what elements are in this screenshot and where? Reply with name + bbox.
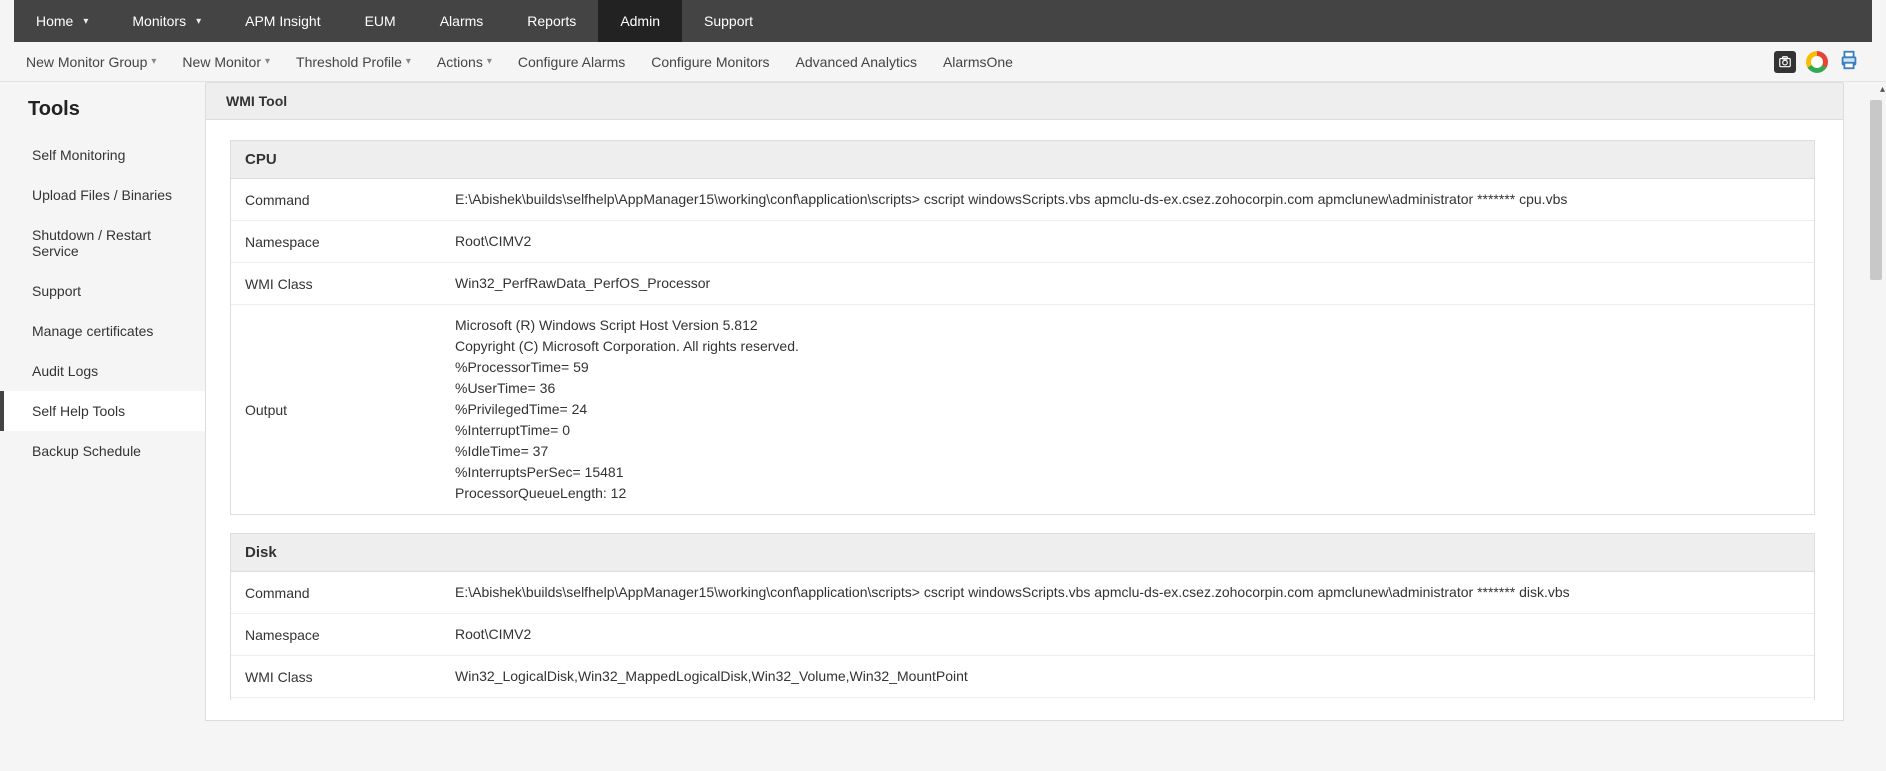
subnav-label: Advanced Analytics xyxy=(796,54,917,70)
row-value: E:\Abishek\builds\selfhelp\AppManager15\… xyxy=(441,572,1814,613)
nav-alarms[interactable]: Alarms xyxy=(418,0,506,42)
nav-reports[interactable]: Reports xyxy=(505,0,598,42)
section-disk: Disk Command E:\Abishek\builds\selfhelp\… xyxy=(230,533,1815,700)
chevron-down-icon: ▾ xyxy=(151,56,156,67)
row-command: Command E:\Abishek\builds\selfhelp\AppMa… xyxy=(231,572,1814,614)
row-output: Output Microsoft (R) Windows Script Host… xyxy=(231,698,1814,700)
nav-eum[interactable]: EUM xyxy=(343,0,418,42)
chevron-down-icon: ▾ xyxy=(83,16,88,27)
subnav-configure-monitors[interactable]: Configure Monitors xyxy=(651,54,769,70)
nav-apm-insight[interactable]: APM Insight xyxy=(223,0,342,42)
row-label: Command xyxy=(231,572,441,613)
nav-label: EUM xyxy=(365,13,396,29)
section-title: Disk xyxy=(231,534,1814,572)
chevron-down-icon: ▾ xyxy=(487,56,492,67)
chevron-down-icon: ▾ xyxy=(196,16,201,27)
scrollbar-thumb[interactable] xyxy=(1870,100,1882,280)
browser-icon[interactable] xyxy=(1806,51,1828,73)
inner-scroll[interactable]: CPU Command E:\Abishek\builds\selfhelp\A… xyxy=(230,140,1819,700)
row-label: Namespace xyxy=(231,614,441,655)
nav-admin[interactable]: Admin xyxy=(598,0,682,42)
sidebar-item-audit-logs[interactable]: Audit Logs xyxy=(0,351,205,391)
sidebar-item-label: Upload Files / Binaries xyxy=(32,187,172,203)
subnav-configure-alarms[interactable]: Configure Alarms xyxy=(518,54,625,70)
sub-nav: New Monitor Group ▾ New Monitor ▾ Thresh… xyxy=(0,42,1886,82)
subnav-label: Configure Monitors xyxy=(651,54,769,70)
nav-label: Home xyxy=(36,13,73,29)
chevron-down-icon: ▾ xyxy=(265,56,270,67)
subnav-new-monitor-group[interactable]: New Monitor Group ▾ xyxy=(26,54,156,70)
subnav-threshold-profile[interactable]: Threshold Profile ▾ xyxy=(296,54,411,70)
row-output: Output Microsoft (R) Windows Script Host… xyxy=(231,305,1814,514)
sidebar-item-label: Shutdown / Restart Service xyxy=(32,227,151,259)
sidebar-item-label: Self Help Tools xyxy=(32,403,125,419)
chevron-down-icon: ▾ xyxy=(406,56,411,67)
row-wmiclass: WMI Class Win32_LogicalDisk,Win32_Mapped… xyxy=(231,656,1814,698)
nav-support[interactable]: Support xyxy=(682,0,775,42)
row-value: Win32_PerfRawData_PerfOS_Processor xyxy=(441,263,1814,304)
subnav-new-monitor[interactable]: New Monitor ▾ xyxy=(182,54,270,70)
row-label: WMI Class xyxy=(231,656,441,697)
sidebar-item-label: Backup Schedule xyxy=(32,443,141,459)
nav-label: Reports xyxy=(527,13,576,29)
subnav-label: Configure Alarms xyxy=(518,54,625,70)
nav-label: Alarms xyxy=(440,13,484,29)
sidebar-item-label: Audit Logs xyxy=(32,363,98,379)
sidebar-item-self-monitoring[interactable]: Self Monitoring xyxy=(0,135,205,175)
nav-label: Support xyxy=(704,13,753,29)
row-label: Command xyxy=(231,179,441,220)
row-label: Namespace xyxy=(231,221,441,262)
row-value: E:\Abishek\builds\selfhelp\AppManager15\… xyxy=(441,179,1814,220)
nav-label: APM Insight xyxy=(245,13,320,29)
sidebar-item-shutdown-restart[interactable]: Shutdown / Restart Service xyxy=(0,215,205,271)
sidebar: Tools Self Monitoring Upload Files / Bin… xyxy=(0,82,205,471)
scroll-up-icon[interactable]: ▴ xyxy=(1880,84,1885,95)
subnav-alarmsone[interactable]: AlarmsOne xyxy=(943,54,1013,70)
sidebar-item-support[interactable]: Support xyxy=(0,271,205,311)
sidebar-item-label: Self Monitoring xyxy=(32,147,125,163)
sub-nav-left: New Monitor Group ▾ New Monitor ▾ Thresh… xyxy=(14,54,1013,70)
panel-title: WMI Tool xyxy=(205,82,1844,120)
row-label: WMI Class xyxy=(231,263,441,304)
sidebar-item-upload-files[interactable]: Upload Files / Binaries xyxy=(0,175,205,215)
row-namespace: Namespace Root\CIMV2 xyxy=(231,614,1814,656)
row-value: Microsoft (R) Windows Script Host Versio… xyxy=(441,698,1814,700)
nav-label: Admin xyxy=(620,13,660,29)
panel-body: CPU Command E:\Abishek\builds\selfhelp\A… xyxy=(205,120,1844,721)
subnav-label: AlarmsOne xyxy=(943,54,1013,70)
content: WMI Tool CPU Command E:\Abishek\builds\s… xyxy=(205,82,1858,721)
row-value: Win32_LogicalDisk,Win32_MappedLogicalDis… xyxy=(441,656,1814,697)
camera-icon[interactable] xyxy=(1774,51,1796,73)
subnav-label: New Monitor xyxy=(182,54,261,70)
sidebar-item-label: Manage certificates xyxy=(32,323,153,339)
sub-nav-right xyxy=(1774,49,1872,74)
row-value: Root\CIMV2 xyxy=(441,221,1814,262)
subnav-label: Actions xyxy=(437,54,483,70)
top-nav: Home ▾ Monitors ▾ APM Insight EUM Alarms… xyxy=(14,0,1872,42)
section-title: CPU xyxy=(231,141,1814,179)
row-value: Root\CIMV2 xyxy=(441,614,1814,655)
row-command: Command E:\Abishek\builds\selfhelp\AppMa… xyxy=(231,179,1814,221)
sidebar-item-backup-schedule[interactable]: Backup Schedule xyxy=(0,431,205,471)
sidebar-item-self-help-tools[interactable]: Self Help Tools xyxy=(0,391,205,431)
sidebar-title: Tools xyxy=(0,98,205,135)
subnav-actions[interactable]: Actions ▾ xyxy=(437,54,492,70)
main-layout: Tools Self Monitoring Upload Files / Bin… xyxy=(0,82,1886,721)
nav-label: Monitors xyxy=(132,13,186,29)
print-icon[interactable] xyxy=(1838,49,1860,74)
subnav-label: Threshold Profile xyxy=(296,54,402,70)
sidebar-item-manage-certificates[interactable]: Manage certificates xyxy=(0,311,205,351)
subnav-label: New Monitor Group xyxy=(26,54,147,70)
nav-home[interactable]: Home ▾ xyxy=(14,0,110,42)
nav-monitors[interactable]: Monitors ▾ xyxy=(110,0,223,42)
row-namespace: Namespace Root\CIMV2 xyxy=(231,221,1814,263)
subnav-advanced-analytics[interactable]: Advanced Analytics xyxy=(796,54,917,70)
row-wmiclass: WMI Class Win32_PerfRawData_PerfOS_Proce… xyxy=(231,263,1814,305)
row-value: Microsoft (R) Windows Script Host Versio… xyxy=(441,305,1814,514)
sidebar-item-label: Support xyxy=(32,283,81,299)
section-cpu: CPU Command E:\Abishek\builds\selfhelp\A… xyxy=(230,140,1815,515)
row-label: Output xyxy=(231,305,441,514)
row-label: Output xyxy=(231,698,441,700)
